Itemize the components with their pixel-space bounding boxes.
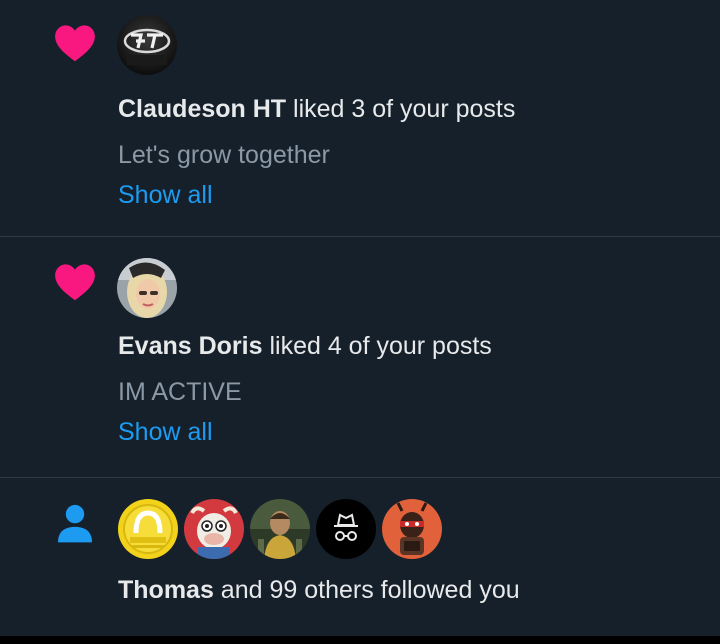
avatar-yellow-logo-image [118,499,178,559]
notification-text: Claudeson HT liked 3 of your posts [118,95,515,124]
avatar[interactable] [117,258,177,318]
notification-item[interactable]: Claudeson HT liked 3 of your posts Let's… [0,0,720,237]
avatar[interactable] [382,499,442,559]
avatar[interactable] [316,499,376,559]
avatar-bull-cartoon-image [184,499,244,559]
action-text: liked 3 of your posts [286,95,516,123]
avatar-logo-image [117,15,177,75]
notifications-feed: Claudeson HT liked 3 of your posts Let's… [0,0,720,644]
notification-text: Thomas and 99 others followed you [118,576,520,605]
user-name[interactable]: Thomas [118,576,214,604]
post-preview[interactable]: Let's grow together [118,141,330,170]
notification-text: Evans Doris liked 4 of your posts [118,332,492,361]
notification-item[interactable]: Thomas and 99 others followed you [0,478,720,641]
avatar[interactable] [184,499,244,559]
bottom-divider [0,636,720,644]
avatar-photo-image [250,499,310,559]
avatar-photo-image [117,258,177,318]
avatar[interactable] [118,499,178,559]
notification-item[interactable]: Evans Doris liked 4 of your posts IM ACT… [0,237,720,478]
action-text: and 99 others followed you [213,576,520,604]
show-all-link[interactable]: Show all [118,418,213,447]
user-name[interactable]: Evans Doris [118,332,263,360]
heart-icon [55,25,95,62]
avatar-ninja-cartoon-image [382,499,442,559]
show-all-link[interactable]: Show all [118,181,213,210]
avatar-incognito-image [316,499,376,559]
action-text: liked 4 of your posts [262,332,492,360]
user-name[interactable]: Claudeson HT [118,95,286,123]
avatar[interactable] [117,15,177,75]
avatar[interactable] [250,499,310,559]
post-preview[interactable]: IM ACTIVE [118,378,242,407]
person-icon [58,504,92,543]
heart-icon [55,264,95,301]
